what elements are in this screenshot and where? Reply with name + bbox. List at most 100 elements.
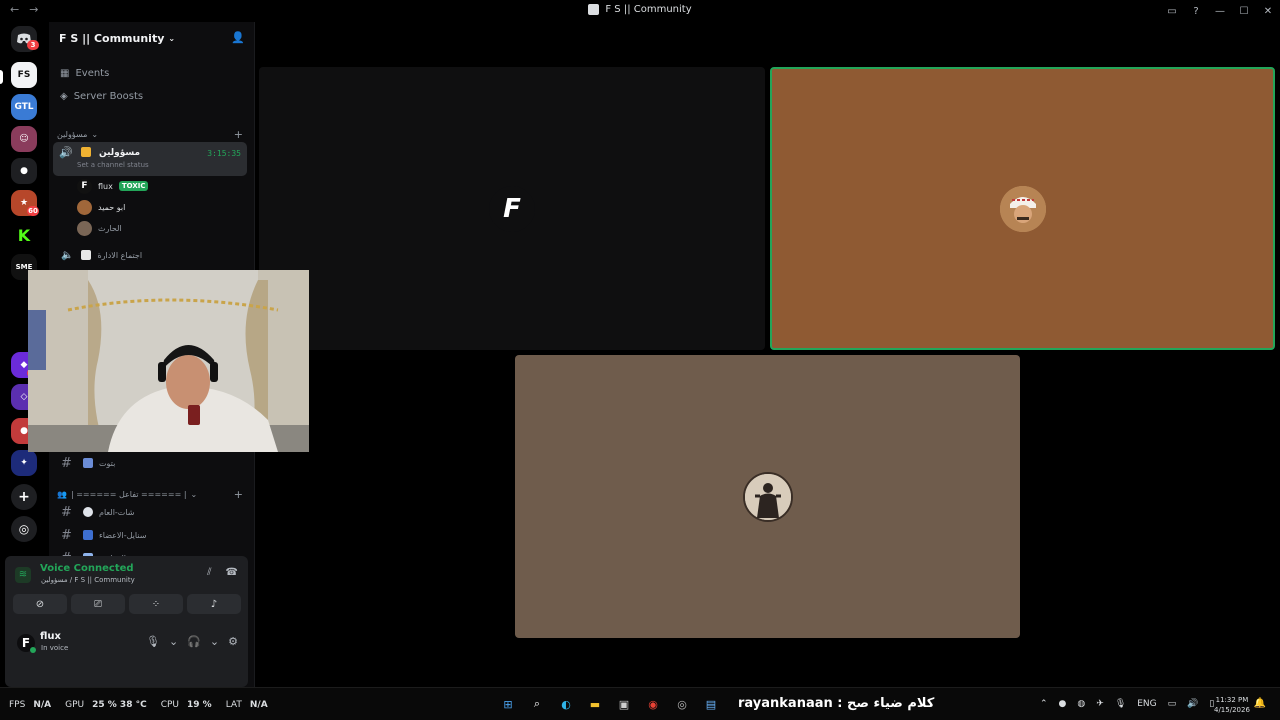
- channel-emoji-icon: [83, 530, 93, 540]
- voice-panel-controls: ⫽ ☎: [207, 567, 238, 578]
- voice-user[interactable]: F flux TOXIC: [77, 177, 149, 195]
- webcam-overlay: [28, 270, 309, 452]
- notification-badge: 3: [27, 40, 39, 50]
- title-bar: ← → F S || Community ▭ ? — ☐ ✕: [0, 0, 1280, 22]
- chrome-icon[interactable]: ◉: [643, 694, 663, 714]
- add-channel-icon[interactable]: +: [234, 128, 243, 141]
- tray-app-icon[interactable]: ✈: [1096, 699, 1104, 709]
- app-icon[interactable]: ▤: [701, 694, 721, 714]
- category-interaction[interactable]: 👥 | ====== تفاعل ====== | ⌄ +: [57, 487, 247, 501]
- text-channel[interactable]: # بتوت: [57, 453, 247, 473]
- screenshare-button[interactable]: ⎚: [71, 594, 125, 614]
- system-tray: ⌃ ● ◍ ✈ 🎙 ENG ▭ 🔊 ▯: [1040, 699, 1215, 709]
- server-badge: 60: [27, 206, 39, 216]
- server-avatar-7[interactable]: ✦: [11, 450, 37, 476]
- steam-icon[interactable]: ◍: [1077, 699, 1085, 709]
- events-item[interactable]: ▦ Events: [57, 63, 247, 83]
- add-channel-icon[interactable]: +: [234, 488, 243, 501]
- file-explorer-icon[interactable]: ▬: [585, 694, 605, 714]
- edge-icon[interactable]: ◐: [556, 694, 576, 714]
- performance-overlay: FPS N/A GPU 25 % 38 °C CPU 19 % LAT N/A: [9, 700, 268, 710]
- hash-icon: #: [61, 455, 72, 471]
- voice-user[interactable]: الحارث: [77, 219, 122, 237]
- text-channel[interactable]: # سنايل-الاعضاء: [57, 525, 247, 545]
- activities-icon: ⁘: [151, 598, 161, 610]
- soundboard-button[interactable]: ♪: [187, 594, 241, 614]
- taskbar-apps: ⊞ ⌕ ◐ ▬ ▣ ◉ ◎ ▤: [498, 694, 721, 714]
- voice-channel-active[interactable]: 🔊 مسؤولين Set a channel status 3:15:35: [53, 142, 247, 176]
- chevron-down-icon: ⌄: [190, 489, 198, 499]
- discover-icon[interactable]: ◎: [11, 516, 37, 542]
- hash-icon: #: [61, 527, 72, 543]
- disconnect-icon[interactable]: ☎: [226, 567, 238, 578]
- tray-app-icon[interactable]: ●: [1059, 699, 1067, 709]
- network-icon[interactable]: ▭: [1168, 699, 1177, 709]
- server-boosts-item[interactable]: ◈ Server Boosts: [57, 86, 247, 106]
- microphone-icon[interactable]: 🎙: [1115, 699, 1126, 709]
- close-button[interactable]: ✕: [1256, 0, 1280, 22]
- gear-icon[interactable]: ⚙: [228, 635, 238, 648]
- add-member-icon[interactable]: 👤: [231, 31, 245, 44]
- discord-icon: [588, 4, 600, 15]
- speaker-icon: 🔊: [59, 146, 73, 159]
- avatar: [742, 471, 793, 522]
- channel-emoji-icon: [83, 507, 93, 517]
- notification-bell-icon[interactable]: 🔔: [1254, 698, 1266, 709]
- category-voice[interactable]: مسؤولين ⌄ +: [57, 127, 247, 141]
- participant-tile-speaking[interactable]: [770, 67, 1275, 350]
- participant-tile[interactable]: F: [259, 67, 765, 350]
- camera-button[interactable]: ⊘: [13, 594, 67, 614]
- help-icon[interactable]: ?: [1184, 0, 1208, 22]
- headphones-icon[interactable]: 🎧: [187, 635, 201, 648]
- window-controls: ▭ ? — ☐ ✕: [1160, 0, 1280, 22]
- online-status-icon: [30, 647, 36, 653]
- chevron-up-icon[interactable]: ⌃: [1040, 699, 1048, 709]
- server-avatar-1[interactable]: ☺: [11, 126, 37, 152]
- calendar-icon: ▦: [60, 67, 70, 79]
- voice-connection-panel: ≋ Voice Connected مسؤولين / F S || Commu…: [5, 556, 248, 687]
- speaker-icon: 🔈: [61, 249, 74, 261]
- add-server-icon[interactable]: +: [11, 484, 37, 510]
- chat-overlay-ticker: rayankanaan : كلام ضياء صح: [738, 696, 935, 711]
- participant-tile[interactable]: [515, 355, 1020, 638]
- people-icon: 👥: [57, 489, 67, 499]
- server-gtl[interactable]: GTL: [11, 94, 37, 120]
- server-header[interactable]: F S || Community ⌄ 👤: [49, 22, 255, 54]
- boost-icon: ◈: [60, 90, 68, 102]
- server-kick[interactable]: K: [11, 222, 37, 248]
- user-controls: 🎙 ⌄ 🎧 ⌄ ⚙: [146, 635, 238, 648]
- voice-user[interactable]: ابو حميد: [77, 198, 125, 216]
- channel-emoji-icon: [81, 147, 91, 157]
- avatar: F: [77, 178, 92, 194]
- app-icon[interactable]: ◎: [672, 694, 692, 714]
- clock[interactable]: 11:32 PM 4/15/2026: [1214, 695, 1250, 715]
- soundboard-icon: ♪: [210, 598, 218, 610]
- camera-off-icon: ⊘: [35, 598, 45, 610]
- chevron-down-icon: ⌄: [91, 129, 99, 139]
- store-icon[interactable]: ▣: [614, 694, 634, 714]
- avatar: [999, 185, 1046, 232]
- voice-channel-meeting[interactable]: 🔈 اجتماع الادارة: [57, 245, 247, 265]
- server-fs-community[interactable]: FS: [11, 62, 37, 88]
- windows-start-icon[interactable]: ⊞: [498, 694, 518, 714]
- noise-suppression-icon[interactable]: ⫽: [207, 567, 211, 578]
- window-title: F S || Community: [0, 4, 1280, 15]
- screenshare-icon: ⎚: [94, 598, 102, 610]
- microphone-icon[interactable]: 🎙: [146, 635, 160, 648]
- text-channel[interactable]: # شات-العام: [57, 502, 247, 522]
- chevron-down-icon[interactable]: ⌄: [169, 635, 178, 648]
- maximize-button[interactable]: ☐: [1232, 0, 1256, 22]
- hash-icon: #: [61, 504, 72, 520]
- activities-button[interactable]: ⁘: [129, 594, 183, 614]
- volume-icon[interactable]: 🔊: [1187, 699, 1198, 709]
- taskbar: FPS N/A GPU 25 % 38 °C CPU 19 % LAT N/A ⊞ ⌕ …: [0, 687, 1280, 720]
- avatar: [77, 199, 92, 215]
- channel-emoji-icon: [83, 458, 93, 468]
- minimize-button[interactable]: —: [1208, 0, 1232, 22]
- inbox-icon[interactable]: ▭: [1160, 0, 1184, 22]
- search-icon[interactable]: ⌕: [527, 694, 547, 714]
- chevron-down-icon[interactable]: ⌄: [210, 635, 219, 648]
- user-bar: F flux In voice 🎙 ⌄ 🎧 ⌄ ⚙: [5, 620, 248, 687]
- server-avatar-2[interactable]: ●: [11, 158, 37, 184]
- channel-emoji-icon: [81, 250, 92, 260]
